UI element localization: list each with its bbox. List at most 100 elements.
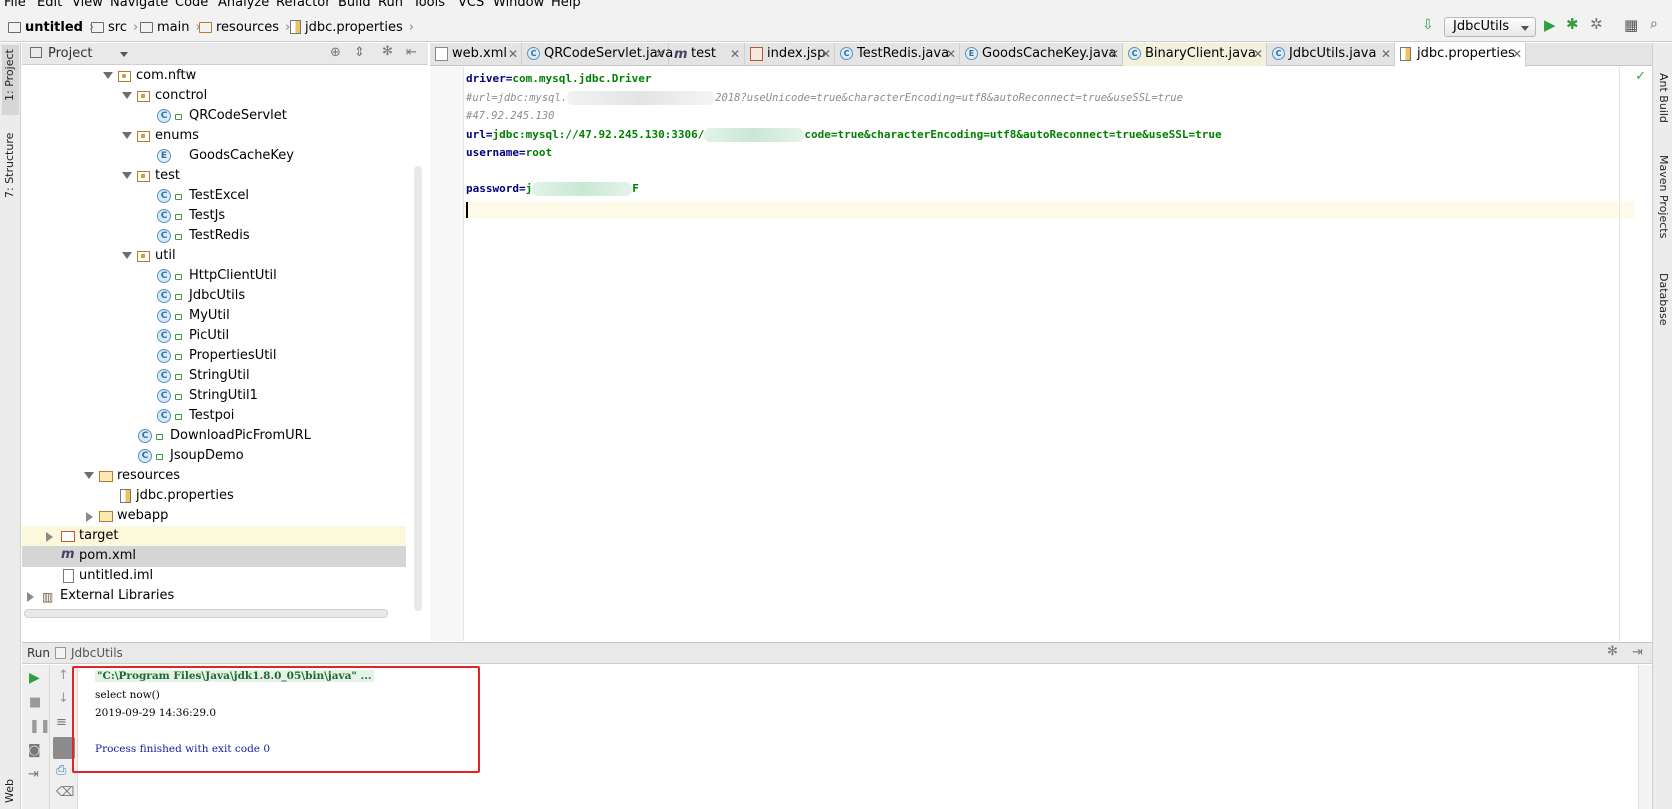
breadcrumb-main[interactable]: main ›: [140, 18, 201, 36]
hide-panel-icon[interactable]: ⇥: [1632, 645, 1643, 660]
breadcrumb-file[interactable]: jdbc.properties ›: [290, 18, 414, 36]
menu-code[interactable]: Code: [175, 0, 208, 10]
pause-icon[interactable]: ❚❚: [29, 719, 51, 734]
breadcrumb-resources[interactable]: resources ›: [199, 18, 290, 36]
soft-wrap-icon[interactable]: ≡: [56, 715, 67, 730]
horizontal-scrollbar[interactable]: [24, 609, 388, 618]
coverage-icon[interactable]: ✲: [1590, 15, 1603, 33]
arrow-up-icon[interactable]: ↑: [58, 668, 69, 683]
tree-item[interactable]: C PropertiesUtil: [22, 346, 406, 367]
gear-icon[interactable]: ✻: [1607, 644, 1618, 659]
tab-web-xml[interactable]: web.xml ✕: [430, 43, 522, 66]
search-icon[interactable]: ⌕: [1650, 16, 1658, 32]
breadcrumb-src[interactable]: src ›: [91, 18, 138, 36]
code-editor[interactable]: ✓ driver=com.mysql.jdbc.Driver #url=jdbc…: [430, 67, 1652, 641]
close-icon[interactable]: ✕: [1109, 43, 1119, 65]
tree-item[interactable]: untitled.iml: [22, 566, 406, 587]
menu-analyze[interactable]: Analyze: [218, 0, 269, 10]
arrow-down-icon[interactable]: ↓: [58, 691, 69, 706]
tab-qrcodeservlet[interactable]: C QRCodeServlet.java ✕: [522, 43, 673, 66]
expand-arrow-icon[interactable]: [122, 132, 132, 139]
stop-icon[interactable]: ■: [29, 695, 41, 710]
tree-item[interactable]: C MyUtil: [22, 306, 406, 327]
gear-icon[interactable]: ✻: [382, 44, 393, 59]
tree-item[interactable]: C PicUtil: [22, 326, 406, 347]
tree-item[interactable]: C StringUtil: [22, 366, 406, 387]
close-icon[interactable]: ✕: [1381, 43, 1391, 65]
collapse-arrow-icon[interactable]: [27, 592, 34, 602]
tree-item[interactable]: ▥ External Libraries: [22, 586, 406, 607]
exit-icon[interactable]: ⇥: [28, 767, 39, 782]
expand-arrow-icon[interactable]: [103, 72, 113, 79]
tree-item[interactable]: C DownloadPicFromURL: [22, 426, 406, 447]
project-structure-icon[interactable]: ▦: [1624, 16, 1638, 34]
tree-item[interactable]: C JsoupDemo: [22, 446, 406, 467]
collapse-arrow-icon[interactable]: [86, 512, 93, 522]
tree-item[interactable]: util: [22, 246, 406, 267]
expand-arrow-icon[interactable]: [122, 252, 132, 259]
expand-arrow-icon[interactable]: [122, 172, 132, 179]
tree-item[interactable]: com.nftw: [22, 66, 406, 87]
tab-jdbc-properties[interactable]: jdbc.properties ✕: [1395, 43, 1526, 67]
menu-run[interactable]: Run: [378, 0, 403, 10]
close-icon[interactable]: ✕: [1253, 43, 1263, 65]
tree-item[interactable]: m pom.xml: [22, 546, 406, 567]
print-icon[interactable]: ⎙: [56, 763, 66, 778]
tree-item[interactable]: E GoodsCacheKey: [22, 146, 406, 167]
tab-binaryclient[interactable]: C BinaryClient.java ✕: [1123, 43, 1267, 66]
tree-item[interactable]: target: [22, 526, 406, 547]
close-icon[interactable]: ✕: [655, 43, 665, 65]
tree-item[interactable]: resources: [22, 466, 406, 487]
menu-refactor[interactable]: Refactor: [276, 0, 331, 10]
breadcrumb-project[interactable]: untitled ›: [8, 18, 94, 36]
close-icon[interactable]: ✕: [1512, 43, 1522, 65]
menu-tools[interactable]: Tools: [413, 0, 445, 10]
tree-item[interactable]: C JdbcUtils: [22, 286, 406, 307]
tab-testredis[interactable]: C TestRedis.java ✕: [835, 43, 960, 66]
run-icon[interactable]: ▶: [1544, 16, 1556, 34]
tree-item[interactable]: C TestJs: [22, 206, 406, 227]
database-tool-label[interactable]: Database: [1657, 273, 1670, 326]
expand-arrow-icon[interactable]: [122, 92, 132, 99]
menu-help[interactable]: Help: [551, 0, 581, 10]
menu-build[interactable]: Build: [338, 0, 371, 10]
tree-item[interactable]: C TestRedis: [22, 226, 406, 247]
tree-item[interactable]: C HttpClientUtil: [22, 266, 406, 287]
chevron-down-icon[interactable]: [120, 52, 128, 57]
tree-item[interactable]: C QRCodeServlet: [22, 106, 406, 127]
menu-navigate[interactable]: Navigate: [110, 0, 168, 10]
menu-vcs[interactable]: VCS: [458, 0, 484, 10]
structure-tool-label[interactable]: 7: Structure: [3, 133, 16, 198]
project-view-label[interactable]: Project: [48, 46, 92, 61]
collapse-all-icon[interactable]: ⇕: [354, 45, 365, 60]
tree-item[interactable]: enums: [22, 126, 406, 147]
menu-view[interactable]: View: [72, 0, 103, 10]
expand-arrow-icon[interactable]: [84, 472, 94, 479]
ant-build-tool-label[interactable]: Ant Build: [1657, 73, 1670, 123]
menu-file[interactable]: File: [4, 0, 26, 10]
vertical-scrollbar[interactable]: [414, 166, 422, 611]
tree-item[interactable]: C TestExcel: [22, 186, 406, 207]
hide-panel-icon[interactable]: ⇤: [406, 45, 417, 60]
tree-item[interactable]: conctrol: [22, 86, 406, 107]
debug-icon[interactable]: ✱: [1566, 15, 1579, 33]
clear-all-icon[interactable]: ⌫: [56, 785, 74, 800]
tab-jdbcutils[interactable]: C JdbcUtils.java ✕: [1267, 43, 1395, 66]
collapse-arrow-icon[interactable]: [46, 532, 53, 542]
tree-item[interactable]: webapp: [22, 506, 406, 527]
run-config-tab[interactable]: JdbcUtils: [71, 646, 123, 660]
tab-test[interactable]: m test ✕: [669, 43, 745, 66]
close-icon[interactable]: ✕: [821, 43, 831, 65]
maven-projects-tool-label[interactable]: Maven Projects: [1657, 155, 1670, 238]
menu-edit[interactable]: Edit: [37, 0, 62, 10]
tree-item[interactable]: C StringUtil1: [22, 386, 406, 407]
run-configuration-select[interactable]: JdbcUtils: [1444, 17, 1536, 37]
tree-item[interactable]: test: [22, 166, 406, 187]
web-tool-label[interactable]: Web: [3, 779, 16, 803]
menu-window[interactable]: Window: [493, 0, 544, 10]
tab-index-jsp[interactable]: index.jsp ✕: [745, 43, 835, 66]
console-scrollbar[interactable]: [1638, 665, 1652, 809]
close-icon[interactable]: ✕: [730, 43, 740, 65]
tab-goodscachekey[interactable]: E GoodsCacheKey.java ✕: [960, 43, 1123, 66]
locate-icon[interactable]: ⊕: [330, 45, 341, 60]
